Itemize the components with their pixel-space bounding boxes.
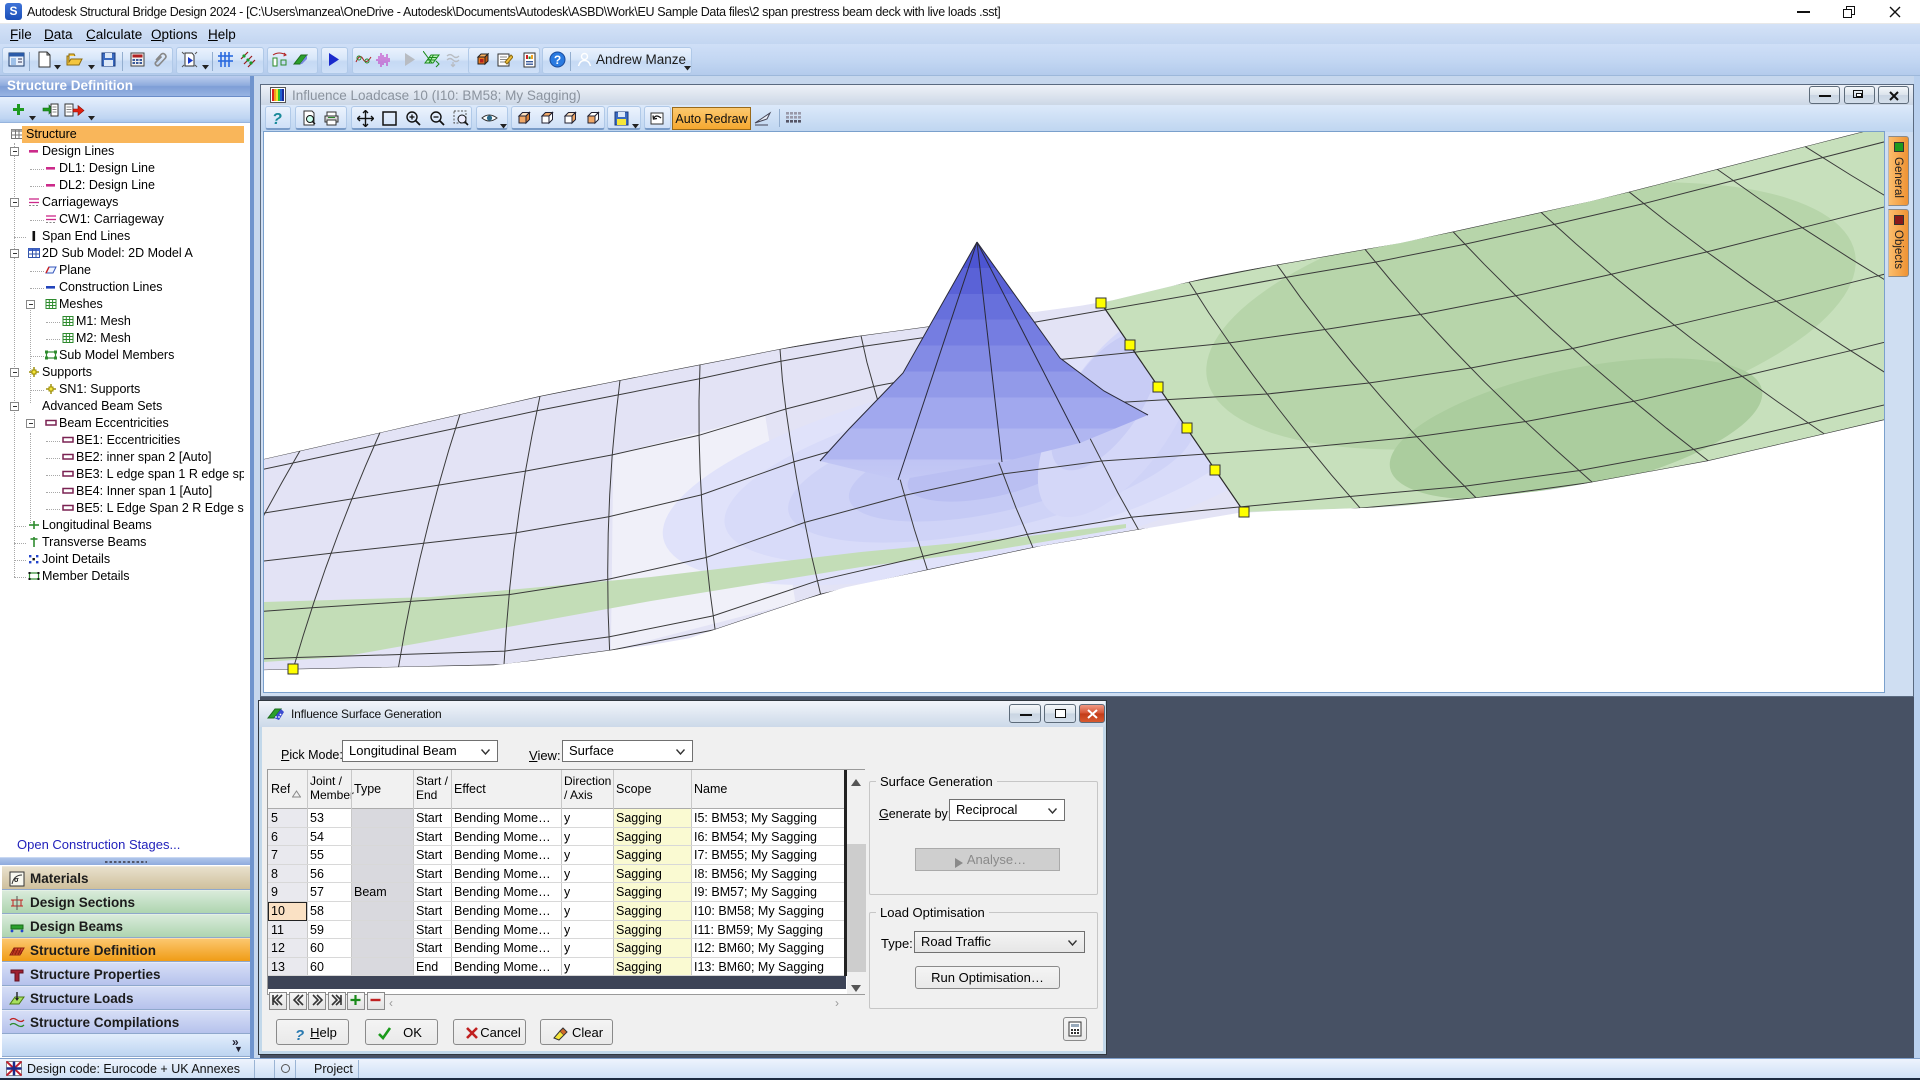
svg-text:σ: σ	[14, 877, 19, 884]
svg-text:?: ?	[272, 111, 282, 127]
svg-text:?: ?	[554, 53, 561, 67]
svg-text:?: ?	[295, 1027, 304, 1042]
